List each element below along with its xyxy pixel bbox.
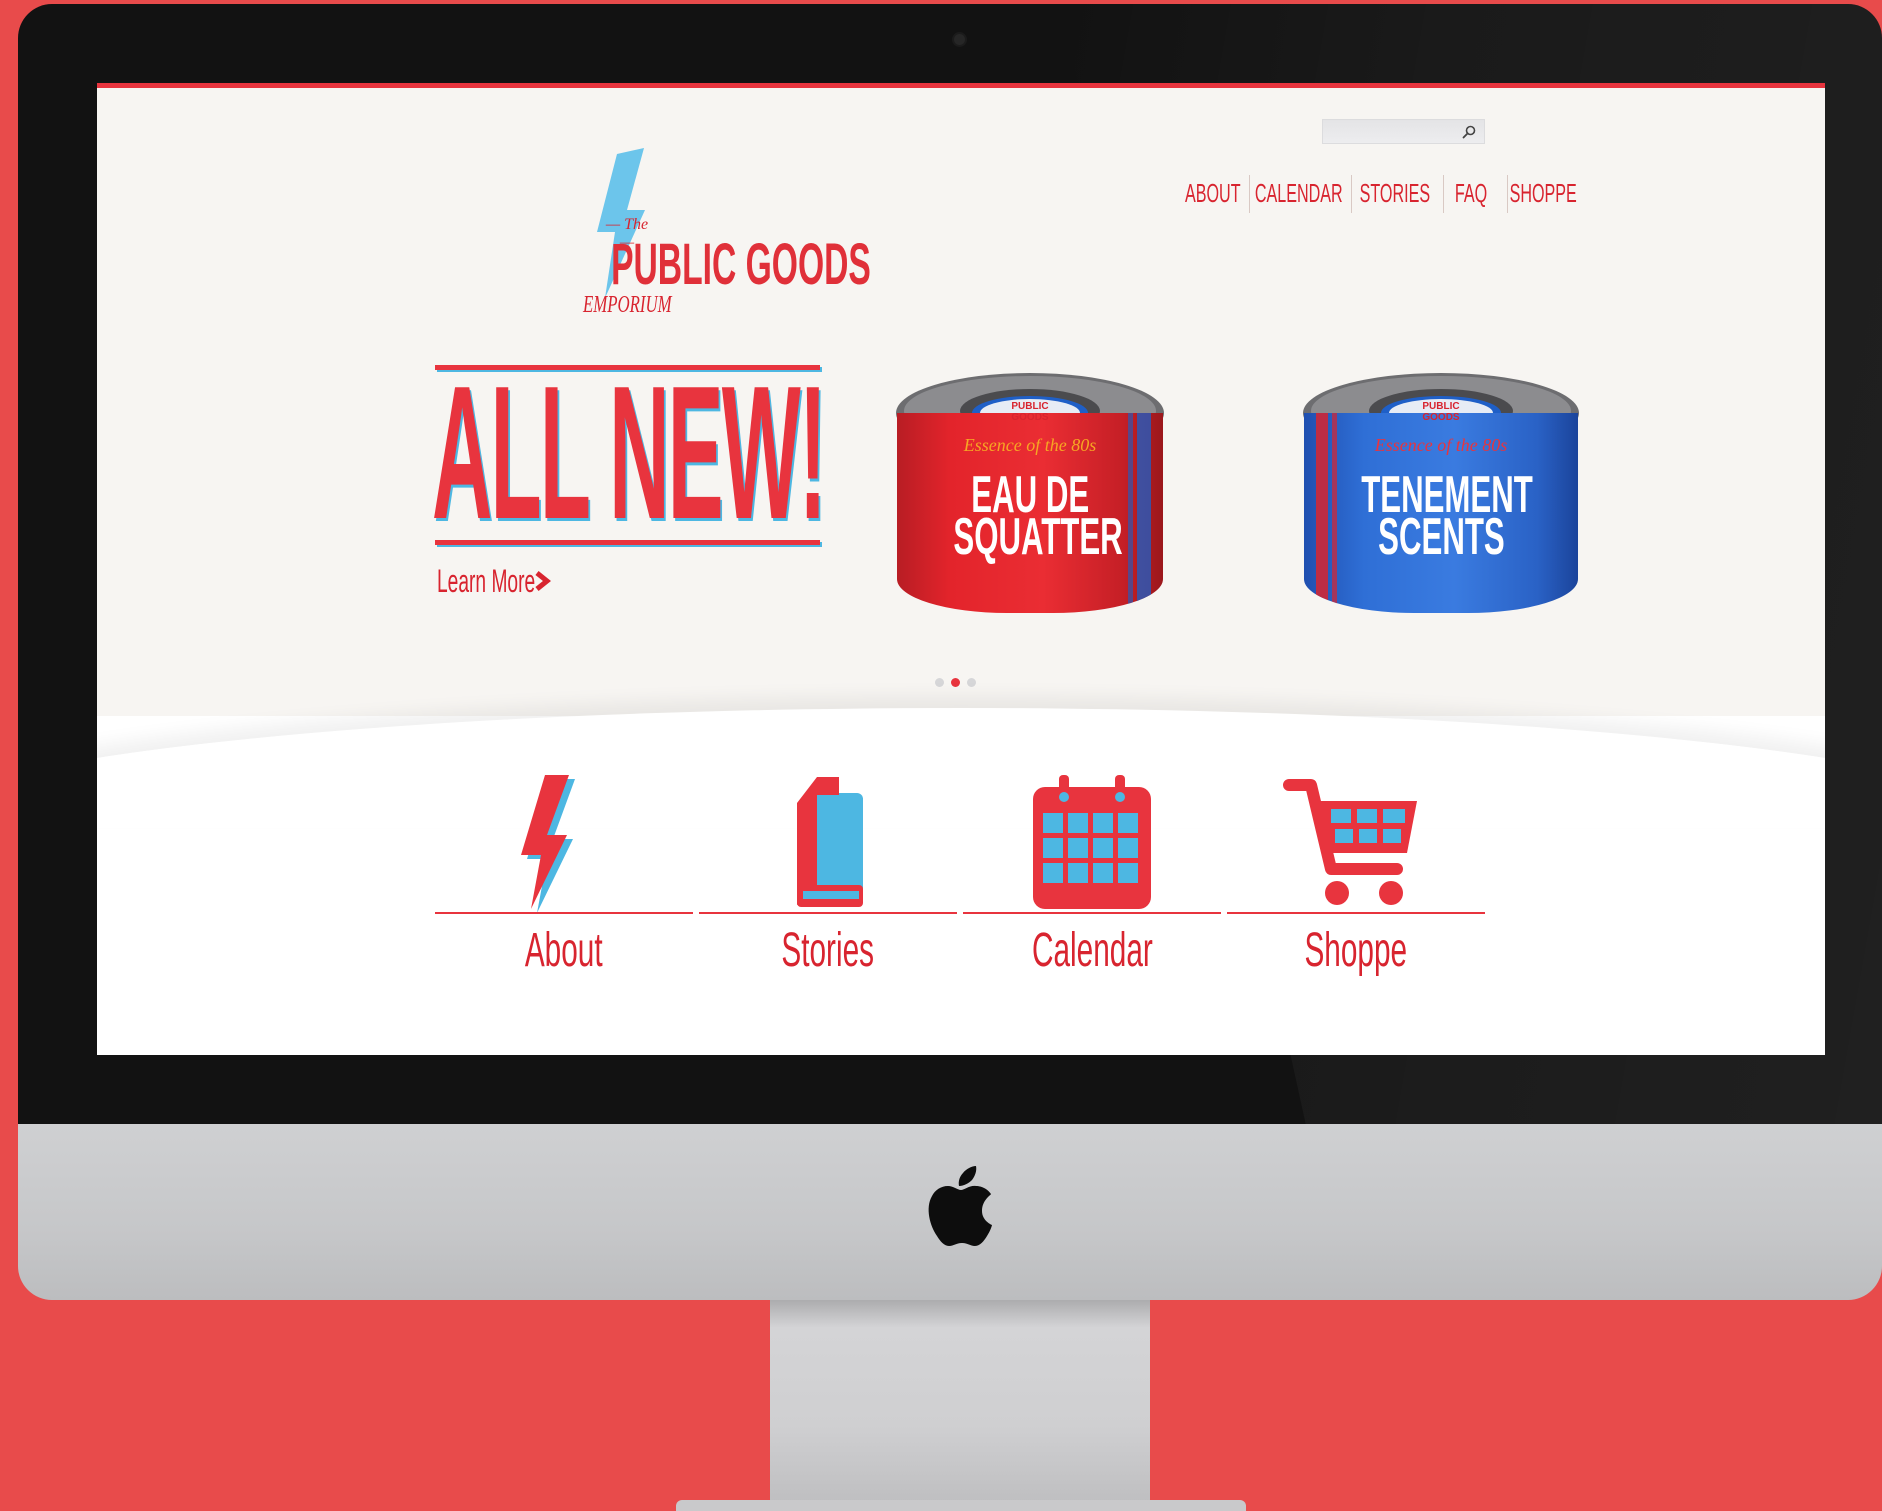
- camera-icon: [954, 34, 965, 45]
- carousel-dot[interactable]: [935, 678, 944, 687]
- shopping-cart-icon: [1283, 779, 1417, 905]
- nav-divider: [1249, 175, 1250, 213]
- feature-rule: [699, 912, 957, 914]
- search-box[interactable]: [1322, 119, 1485, 144]
- nav-calendar[interactable]: CALENDAR: [1255, 173, 1343, 213]
- site-logo[interactable]: — The — PUBLIC GOODS EMPORIUM: [517, 148, 871, 318]
- feature-label: Shoppe: [1304, 924, 1408, 977]
- can-lid-label: PUBLIC GOODS: [1422, 401, 1460, 423]
- logo-subtitle: EMPORIUM: [582, 292, 672, 318]
- can-body: Essence of the 80s TENEMENT SCENTS: [1304, 413, 1578, 613]
- headline-bottom-rule: [435, 540, 820, 545]
- nav-faq[interactable]: FAQ: [1451, 173, 1491, 213]
- nav-divider: [1443, 175, 1444, 213]
- website-screen: ABOUT CALENDAR STORIES FAQ SHOPPE — The …: [97, 83, 1825, 1055]
- feature-stories[interactable]: Stories: [699, 773, 957, 1013]
- feature-calendar[interactable]: Calendar: [963, 773, 1221, 1013]
- feature-label: About: [525, 924, 603, 977]
- feature-rule: [435, 912, 693, 914]
- carousel-dots: [935, 678, 985, 690]
- product-can-tenement-scents[interactable]: Essence of the 80s TENEMENT SCENTS PUBLI…: [1302, 363, 1580, 613]
- nav-stories[interactable]: STORIES: [1360, 173, 1430, 213]
- feature-rule: [1227, 912, 1485, 914]
- hero-headline: ALL NEW!: [432, 347, 827, 559]
- lightning-bolt-icon: [521, 775, 575, 913]
- can-title-line2: SQUATTER: [953, 508, 1123, 566]
- nav-divider: [1507, 175, 1508, 213]
- can-essence-text: Essence of the 80s: [1374, 435, 1508, 455]
- imac-stand: [770, 1298, 1150, 1511]
- nav-shoppe[interactable]: SHOPPE: [1509, 173, 1576, 213]
- apple-logo-icon: [928, 1166, 992, 1246]
- learn-more-link[interactable]: Learn More: [437, 563, 553, 599]
- section-divider-curve: [97, 708, 1825, 828]
- feature-label: Stories: [781, 924, 875, 977]
- carousel-dot[interactable]: [967, 678, 976, 687]
- logo-title: PUBLIC GOODS: [611, 232, 871, 297]
- calendar-icon: [1033, 775, 1151, 909]
- product-can-eau-de-squatter[interactable]: Essence of the 80s EAU DE SQUATTER PUBLI…: [895, 363, 1165, 613]
- feature-label: Calendar: [1031, 924, 1153, 977]
- can-essence-text: Essence of the 80s: [963, 435, 1097, 455]
- can-lid-label: PUBLIC GOODS: [1011, 401, 1049, 423]
- hero-section: ABOUT CALENDAR STORIES FAQ SHOPPE — The …: [97, 88, 1825, 716]
- imac-stand-base: [676, 1500, 1246, 1511]
- can-body: Essence of the 80s EAU DE SQUATTER: [897, 413, 1163, 613]
- book-icon: [797, 777, 863, 907]
- chevron-right-icon: [535, 571, 552, 591]
- feature-rule: [963, 912, 1221, 914]
- nav-divider: [1351, 175, 1352, 213]
- can-title-line2: SCENTS: [1377, 508, 1505, 566]
- nav-about[interactable]: ABOUT: [1185, 173, 1241, 213]
- search-input[interactable]: [1327, 122, 1451, 141]
- search-icon[interactable]: [1461, 124, 1477, 140]
- carousel-dot-active[interactable]: [951, 678, 960, 687]
- feature-shoppe[interactable]: Shoppe: [1227, 773, 1485, 1013]
- feature-about[interactable]: About: [435, 773, 693, 1013]
